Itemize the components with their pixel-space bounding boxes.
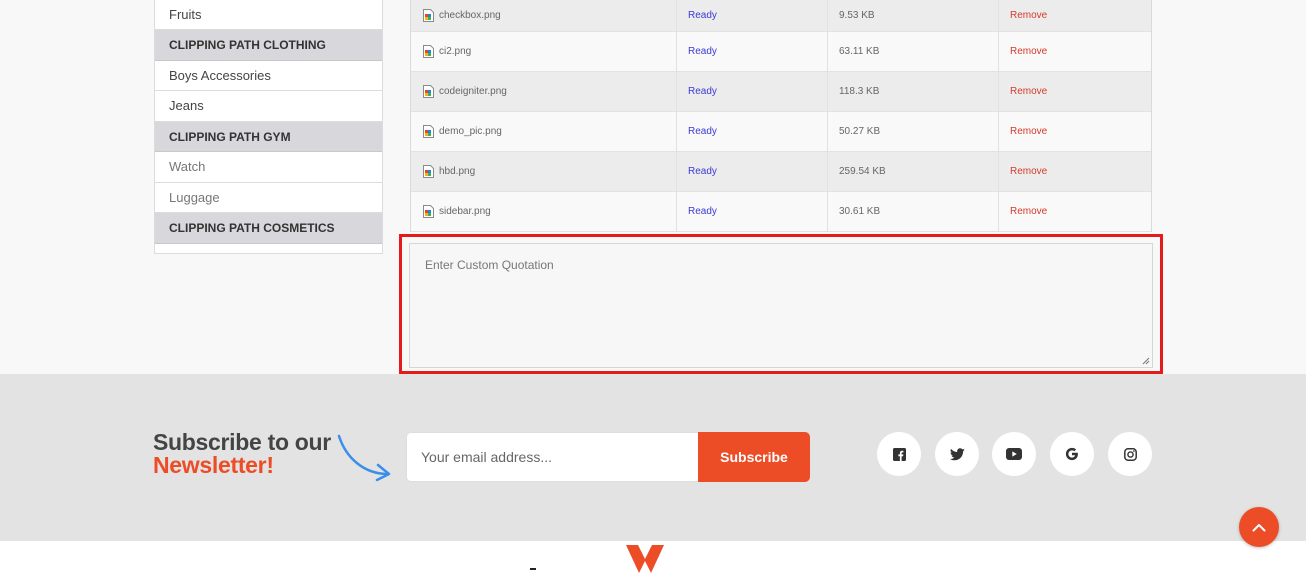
file-name: demo_pic.png xyxy=(439,126,502,137)
file-name: ci2.png xyxy=(439,46,472,57)
file-status: Ready xyxy=(677,0,828,31)
sidebar-item-jeans[interactable]: Jeans xyxy=(155,91,382,122)
twitter-icon xyxy=(949,447,965,460)
file-name: checkbox.png xyxy=(439,10,501,21)
curved-arrow-icon xyxy=(337,434,391,482)
quotation-placeholder: Enter Custom Quotation xyxy=(425,258,554,272)
email-input[interactable]: Your email address... xyxy=(406,432,699,482)
facebook-icon xyxy=(892,447,906,461)
file-size: 30.61 KB xyxy=(828,192,999,231)
file-size: 50.27 KB xyxy=(828,112,999,151)
table-row: checkbox.png Ready 9.53 KB Remove xyxy=(411,0,1151,32)
youtube-button[interactable] xyxy=(992,432,1036,476)
facebook-button[interactable] xyxy=(877,432,921,476)
file-name: hbd.png xyxy=(439,166,476,177)
file-status: Ready xyxy=(677,32,828,71)
newsletter-title-line2: Newsletter! xyxy=(153,452,274,478)
sidebar-heading-cosmetics[interactable]: CLIPPING PATH COSMETICS xyxy=(155,213,382,244)
file-size: 259.54 KB xyxy=(828,152,999,191)
file-status: Ready xyxy=(677,152,828,191)
file-status: Ready xyxy=(677,192,828,231)
logo-fragment xyxy=(530,568,536,570)
sidebar-item-watch[interactable]: Watch xyxy=(155,152,382,183)
table-row: codeigniter.png Ready 118.3 KB Remove xyxy=(411,72,1151,112)
google-icon xyxy=(1065,447,1078,461)
scroll-to-top-button[interactable] xyxy=(1239,507,1279,547)
file-name-cell: ci2.png xyxy=(411,32,677,71)
resize-handle-icon[interactable] xyxy=(1142,357,1150,365)
twitter-button[interactable] xyxy=(935,432,979,476)
category-sidebar: Fruits CLIPPING PATH CLOTHING Boys Acces… xyxy=(154,0,383,254)
table-row: sidebar.png Ready 30.61 KB Remove xyxy=(411,192,1151,232)
file-name-cell: codeigniter.png xyxy=(411,72,677,111)
remove-file-link[interactable]: Remove xyxy=(999,112,1151,151)
file-size: 63.11 KB xyxy=(828,32,999,71)
file-icon xyxy=(423,205,434,218)
uploaded-files-table: checkbox.png Ready 9.53 KB Remove ci2.pn… xyxy=(410,0,1152,232)
youtube-icon xyxy=(1006,448,1022,460)
brand-logo-icon xyxy=(626,545,664,573)
google-button[interactable] xyxy=(1050,432,1094,476)
file-status: Ready xyxy=(677,112,828,151)
file-name: codeigniter.png xyxy=(439,86,507,97)
sidebar-heading-gym[interactable]: CLIPPING PATH GYM xyxy=(155,121,382,152)
remove-file-link[interactable]: Remove xyxy=(999,72,1151,111)
file-icon xyxy=(423,125,434,138)
file-size: 9.53 KB xyxy=(828,0,999,31)
file-name: sidebar.png xyxy=(439,206,491,217)
sidebar-heading-clothing[interactable]: CLIPPING PATH CLOTHING xyxy=(155,30,382,61)
file-icon xyxy=(423,85,434,98)
sidebar-item-fruits[interactable]: Fruits xyxy=(155,0,382,30)
file-status: Ready xyxy=(677,72,828,111)
chevron-up-icon xyxy=(1252,523,1266,531)
table-row: hbd.png Ready 259.54 KB Remove xyxy=(411,152,1151,192)
instagram-button[interactable] xyxy=(1108,432,1152,476)
remove-file-link[interactable]: Remove xyxy=(999,32,1151,71)
file-name-cell: sidebar.png xyxy=(411,192,677,231)
file-name-cell: checkbox.png xyxy=(411,0,677,31)
file-size: 118.3 KB xyxy=(828,72,999,111)
email-placeholder: Your email address... xyxy=(421,449,552,465)
sidebar-item-boys-accessories[interactable]: Boys Accessories xyxy=(155,61,382,91)
file-icon xyxy=(423,9,434,22)
custom-quotation-textarea[interactable]: Enter Custom Quotation xyxy=(409,243,1153,368)
remove-file-link[interactable]: Remove xyxy=(999,152,1151,191)
file-name-cell: hbd.png xyxy=(411,152,677,191)
instagram-icon xyxy=(1123,447,1137,461)
remove-file-link[interactable]: Remove xyxy=(999,192,1151,231)
file-name-cell: demo_pic.png xyxy=(411,112,677,151)
table-row: ci2.png Ready 63.11 KB Remove xyxy=(411,32,1151,72)
subscribe-button[interactable]: Subscribe xyxy=(698,432,810,482)
file-icon xyxy=(423,165,434,178)
sidebar-item-luggage[interactable]: Luggage xyxy=(155,183,382,213)
file-icon xyxy=(423,45,434,58)
table-row: demo_pic.png Ready 50.27 KB Remove xyxy=(411,112,1151,152)
remove-file-link[interactable]: Remove xyxy=(999,0,1151,31)
newsletter-title: Subscribe to our Newsletter! xyxy=(153,431,331,477)
